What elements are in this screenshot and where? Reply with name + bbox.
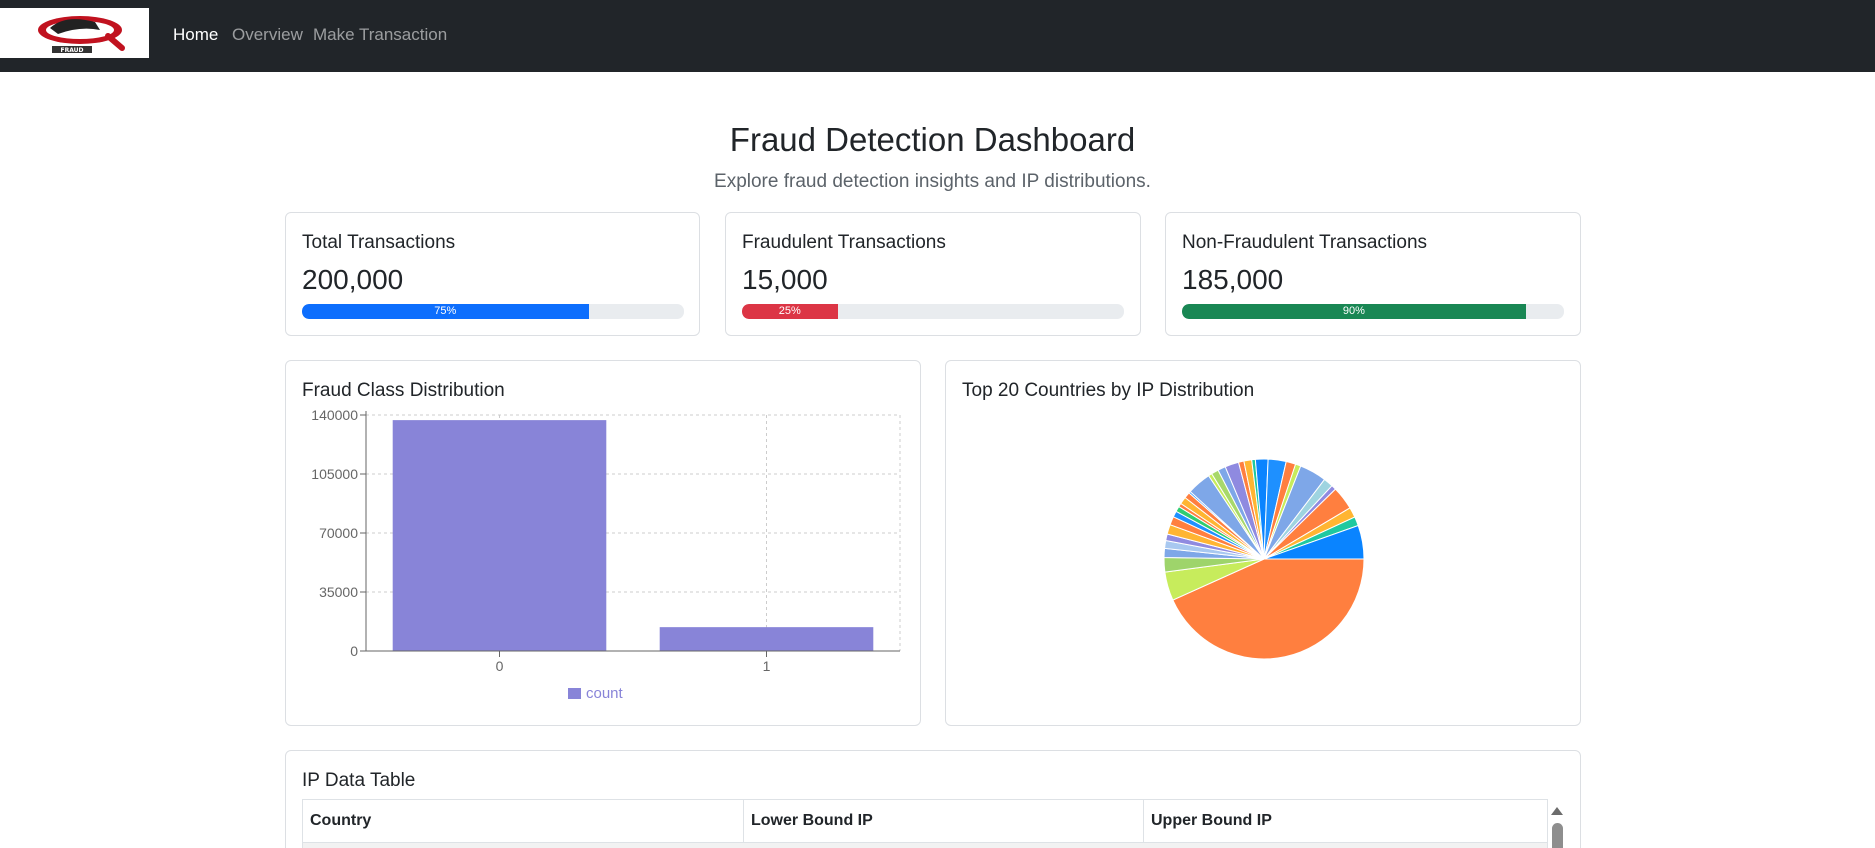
ip-table-card: IP Data Table Country Lower Bound IP Upp… bbox=[285, 750, 1581, 848]
progress-track: 25% bbox=[742, 304, 1124, 319]
page-title: Fraud Detection Dashboard bbox=[729, 121, 1136, 158]
fraud-magnifier-logo-icon: FRAUD bbox=[0, 8, 149, 58]
pie-chart bbox=[1163, 458, 1365, 660]
nav-link-make-transaction[interactable]: Make Transaction bbox=[313, 25, 447, 45]
legend-swatch bbox=[568, 688, 581, 699]
column-header-upper-bound-ip[interactable]: Upper Bound IP bbox=[1144, 800, 1547, 842]
y-tick-label: 0 bbox=[350, 643, 358, 659]
x-tick-label: 1 bbox=[763, 658, 771, 674]
column-header-lower-bound-ip[interactable]: Lower Bound IP bbox=[744, 800, 1144, 842]
stat-card-value: 15,000 bbox=[742, 264, 828, 295]
stat-card-value: 200,000 bbox=[302, 264, 404, 295]
bar bbox=[659, 627, 874, 651]
y-tick-label: 105000 bbox=[311, 466, 358, 482]
stat-card-title: Non-Fraudulent Transactions bbox=[1182, 232, 1428, 253]
progress-track: 90% bbox=[1182, 304, 1564, 319]
bar-chart: 0 35000 70000 105000 140000 0 1 bbox=[311, 407, 901, 674]
navbar: FRAUD Home Overview Make Transaction bbox=[0, 0, 1875, 72]
nav-link-overview[interactable]: Overview bbox=[232, 25, 303, 45]
ip-data-table: Country Lower Bound IP Upper Bound IP bbox=[302, 799, 1548, 848]
scroll-up-arrow-icon[interactable] bbox=[1551, 807, 1563, 815]
column-header-country[interactable]: Country bbox=[303, 800, 744, 842]
x-tick-label: 0 bbox=[496, 658, 504, 674]
ip-distribution-chart-card: Top 20 Countries by IP Distribution bbox=[945, 360, 1581, 726]
stat-card-total: Total Transactions 200,000 75% bbox=[285, 212, 700, 336]
svg-text:FRAUD: FRAUD bbox=[60, 47, 83, 54]
scrollbar-thumb[interactable] bbox=[1552, 823, 1563, 848]
page-subtitle: Explore fraud detection insights and IP … bbox=[714, 171, 1151, 192]
stat-card-fraudulent: Fraudulent Transactions 15,000 25% bbox=[725, 212, 1141, 336]
bar bbox=[392, 420, 607, 651]
fraud-class-chart-card: Fraud Class Distribution 0 35000 70000 1050… bbox=[285, 360, 921, 726]
y-tick-label: 140000 bbox=[311, 407, 358, 423]
progress-track: 75% bbox=[302, 304, 684, 319]
nav-link-home[interactable]: Home bbox=[173, 25, 218, 45]
progress-bar: 25% bbox=[742, 304, 838, 319]
legend-label: count bbox=[586, 685, 623, 702]
stat-card-title: Total Transactions bbox=[302, 232, 456, 253]
stat-card-title: Fraudulent Transactions bbox=[742, 232, 946, 253]
table-row[interactable] bbox=[303, 842, 1547, 848]
stat-card-non-fraudulent: Non-Fraudulent Transactions 185,000 90% bbox=[1165, 212, 1581, 336]
y-tick-label: 35000 bbox=[319, 584, 358, 600]
progress-bar: 75% bbox=[302, 304, 589, 319]
progress-bar: 90% bbox=[1182, 304, 1526, 319]
y-tick-label: 70000 bbox=[319, 525, 358, 541]
table-title: IP Data Table bbox=[302, 770, 416, 791]
brand-logo[interactable]: FRAUD bbox=[0, 8, 149, 58]
chart-legend-item[interactable]: count bbox=[568, 685, 623, 703]
stat-card-value: 185,000 bbox=[1182, 264, 1284, 295]
